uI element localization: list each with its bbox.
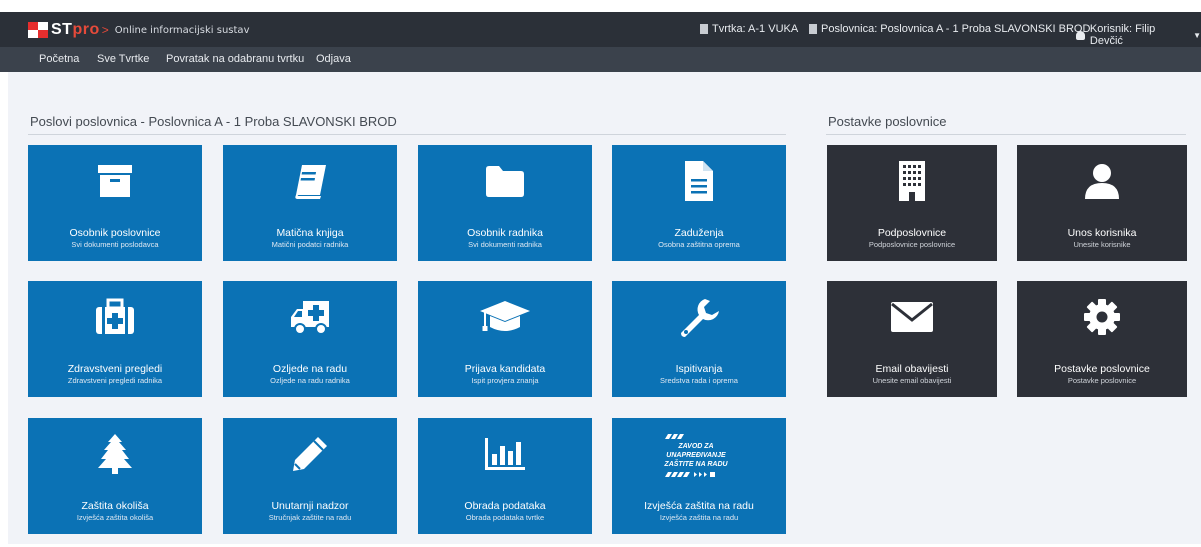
- caret-down-icon: ▼: [1193, 30, 1201, 40]
- brand-logo[interactable]: ST pro > Online informacijski sustav: [28, 21, 249, 39]
- user-menu[interactable]: Korisnik: Filip Devčić ▼: [1076, 23, 1201, 47]
- gear-icon: [1017, 295, 1187, 339]
- tile-unos-korisnika[interactable]: Unos korisnika Unesite korisnike: [1017, 145, 1187, 261]
- medkit-icon: [28, 295, 202, 339]
- company-label: Tvrtka: A-1 VUKA: [712, 23, 799, 35]
- logo-line-3: ZAŠTITE NA RADU: [663, 459, 728, 468]
- book-icon: [223, 159, 397, 203]
- user-label: Korisnik: Filip Devčić: [1089, 23, 1156, 47]
- tile-ozljede-na-radu[interactable]: Ozljede na radu Ozljede na radu radnika: [223, 281, 397, 397]
- user-small-icon: [1076, 30, 1085, 40]
- pencil-icon: [223, 432, 397, 476]
- archive-box-icon: [28, 159, 202, 203]
- tile-subtitle: Unesite korisnike: [1073, 240, 1131, 249]
- tile-subtitle: Unesite email obavijesti: [872, 376, 952, 385]
- tile-title: Unutarnji nadzor: [271, 500, 349, 512]
- tile-title: Zaštita okoliša: [81, 500, 149, 512]
- tile-subtitle: Osobna zaštitna oprema: [658, 240, 740, 249]
- tile-subtitle: Zdravstveni pregledi radnika: [67, 376, 163, 385]
- tile-osobnik-radnika[interactable]: Osobnik radnika Svi dokumenti radnika: [418, 145, 592, 261]
- tile-izvjesca-zastita-na-radu[interactable]: ZAVOD ZA UNAPREĐIVANJE ZAŠTITE NA RADU I…: [612, 418, 786, 534]
- tile-subtitle: Ozljede na radu radnika: [270, 376, 350, 385]
- tile-title: Podposlovnice: [877, 227, 947, 239]
- tile-osobnik-poslovnice[interactable]: Osobnik poslovnice Svi dokumenti posloda…: [28, 145, 202, 261]
- tile-obrada-podataka[interactable]: Obrada podataka Obrada podataka tvrtke: [418, 418, 592, 534]
- brand-pro: pro: [72, 21, 100, 38]
- tile-subtitle: Sredstva rada i oprema: [660, 376, 738, 385]
- tile-ispitivanja[interactable]: Ispitivanja Sredstva rada i oprema: [612, 281, 786, 397]
- tile-title: Izvješća zaštita na radu: [644, 500, 754, 512]
- left-section-title: Poslovi poslovnica - Poslovnica A - 1 Pr…: [30, 114, 397, 129]
- brand-arrow: >: [101, 23, 109, 37]
- nav-item-povratak[interactable]: Povratak na odabranu tvrtku: [166, 53, 304, 65]
- brand-subtitle: Online informacijski sustav: [114, 24, 250, 36]
- brand-st: ST: [51, 21, 73, 38]
- tile-subtitle: Ispit provjera znanja: [471, 376, 539, 385]
- tile-subtitle: Obrada podataka tvrtke: [465, 513, 545, 522]
- tile-maticna-knjiga[interactable]: Matična knjiga Matični podatci radnika: [223, 145, 397, 261]
- logo-line-1: ZAVOD ZA: [677, 443, 713, 450]
- building-small-icon: [700, 24, 708, 34]
- branch-info[interactable]: Poslovnica: Poslovnica A - 1 Proba SLAVO…: [809, 23, 1090, 35]
- tile-zastita-okolisa[interactable]: Zaštita okoliša Izvješća zaštita okoliša: [28, 418, 202, 534]
- nav-item-odjava[interactable]: Odjava: [316, 53, 351, 65]
- graduation-cap-icon: [418, 295, 592, 339]
- tile-zaduzenja[interactable]: Zaduženja Osobna zaštitna oprema: [612, 145, 786, 261]
- zzunzr-logo-icon: ZAVOD ZA UNAPREĐIVANJE ZAŠTITE NA RADU: [612, 428, 786, 480]
- branch-label: Poslovnica: Poslovnica A - 1 Proba SLAVO…: [821, 23, 1091, 35]
- tile-subtitle: Podposlovnice poslovnice: [868, 240, 956, 249]
- tile-title: Zdravstveni pregledi: [67, 363, 163, 375]
- flag-icon: [28, 22, 48, 38]
- nav-bar: Početna Sve Tvrtke Povratak na odabranu …: [0, 47, 1201, 72]
- tile-prijava-kandidata[interactable]: Prijava kandidata Ispit provjera znanja: [418, 281, 592, 397]
- nav-item-sve-tvrtke[interactable]: Sve Tvrtke: [97, 53, 149, 65]
- document-icon: [612, 159, 786, 203]
- tile-title: Obrada podataka: [464, 500, 546, 512]
- tile-title: Email obavijesti: [875, 363, 949, 375]
- tile-email-obavijesti[interactable]: Email obavijesti Unesite email obavijest…: [827, 281, 997, 397]
- nav-item-pocetna[interactable]: Početna: [39, 53, 79, 65]
- building-small-icon: [809, 24, 817, 34]
- tile-title: Unos korisnika: [1067, 227, 1137, 239]
- tree-icon: [28, 432, 202, 476]
- tile-zdravstveni-pregledi[interactable]: Zdravstveni pregledi Zdravstveni pregled…: [28, 281, 202, 397]
- left-divider: [28, 134, 786, 135]
- tile-subtitle: Stručnjak zaštite na radu: [268, 513, 352, 522]
- wrench-icon: [612, 295, 786, 339]
- top-bar: ST pro > Online informacijski sustav Tvr…: [0, 12, 1201, 47]
- tile-title: Postavke poslovnice: [1054, 363, 1150, 375]
- tile-subtitle: Svi dokumenti radnika: [468, 240, 542, 249]
- ambulance-icon: [223, 295, 397, 339]
- tile-title: Ispitivanja: [675, 363, 723, 375]
- tile-title: Osobnik poslovnice: [69, 227, 161, 239]
- bar-chart-icon: [418, 432, 592, 476]
- tile-unutarnji-nadzor[interactable]: Unutarnji nadzor Stručnjak zaštite na ra…: [223, 418, 397, 534]
- logo-line-2: UNAPREĐIVANJE: [666, 452, 726, 459]
- user-icon: [1017, 159, 1187, 203]
- company-info[interactable]: Tvrtka: A-1 VUKA: [700, 23, 798, 35]
- tile-title: Prijava kandidata: [464, 363, 546, 375]
- tile-title: Zaduženja: [674, 227, 724, 239]
- envelope-icon: [827, 295, 997, 339]
- tile-title: Matična knjiga: [276, 227, 344, 239]
- folder-icon: [418, 159, 592, 203]
- tile-subtitle: Izvješća zaštita okoliša: [76, 513, 154, 522]
- tile-title: Osobnik radnika: [467, 227, 543, 239]
- right-section-title: Postavke poslovnice: [828, 114, 947, 129]
- building-icon: [827, 159, 997, 203]
- tile-podposlovnice[interactable]: Podposlovnice Podposlovnice poslovnice: [827, 145, 997, 261]
- tile-subtitle: Matični podatci radnika: [271, 240, 349, 249]
- tile-subtitle: Izvješća zaštita na radu: [659, 513, 739, 522]
- tile-subtitle: Svi dokumenti poslodavca: [71, 240, 159, 249]
- tile-postavke-poslovnice[interactable]: Postavke poslovnice Postavke poslovnice: [1017, 281, 1187, 397]
- tile-subtitle: Postavke poslovnice: [1067, 376, 1137, 385]
- tile-title: Ozljede na radu: [272, 363, 348, 375]
- right-divider: [826, 134, 1186, 135]
